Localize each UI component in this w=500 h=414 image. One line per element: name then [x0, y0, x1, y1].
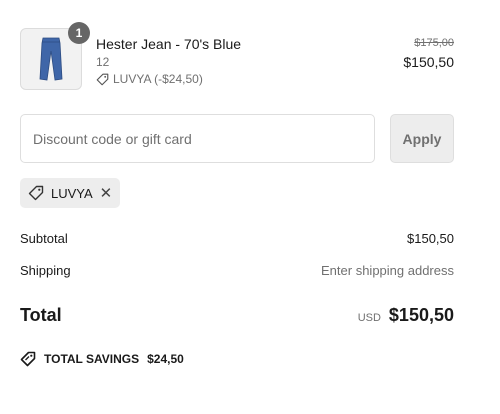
- product-variant: 12: [96, 55, 110, 69]
- close-icon[interactable]: ✕: [100, 186, 113, 201]
- applied-discount-chip: LUVYA ✕: [20, 178, 121, 208]
- apply-button[interactable]: Apply: [390, 114, 454, 163]
- applied-discount-code: LUVYA: [51, 185, 93, 201]
- savings-label: TOTAL SAVINGS: [44, 352, 140, 366]
- subtotal-label: Subtotal: [20, 231, 68, 246]
- total-savings: TOTAL SAVINGS $24,50: [20, 351, 184, 367]
- total-label: Total: [20, 305, 62, 325]
- original-price: $175,00: [414, 37, 454, 49]
- savings-value: $24,50: [147, 352, 184, 366]
- item-price: $150,50: [403, 54, 454, 70]
- discount-tag-icon: [20, 351, 36, 367]
- total-currency: USD: [357, 312, 381, 324]
- shipping-value: Enter shipping address: [321, 263, 454, 278]
- discount-code-input[interactable]: [20, 114, 375, 163]
- tag-icon: [96, 73, 109, 85]
- product-discount-label: LUVYA (-$24,50): [113, 72, 203, 86]
- shipping-label: Shipping: [20, 263, 71, 278]
- product-discount: LUVYA (-$24,50): [96, 72, 203, 86]
- total-amount: USD $150,50: [358, 305, 454, 326]
- quantity-badge: 1: [68, 22, 90, 44]
- subtotal-value: $150,50: [407, 231, 454, 246]
- product-title: Hester Jean - 70's Blue: [96, 36, 242, 52]
- tag-icon: [28, 185, 44, 201]
- total-value: $150,50: [388, 305, 454, 325]
